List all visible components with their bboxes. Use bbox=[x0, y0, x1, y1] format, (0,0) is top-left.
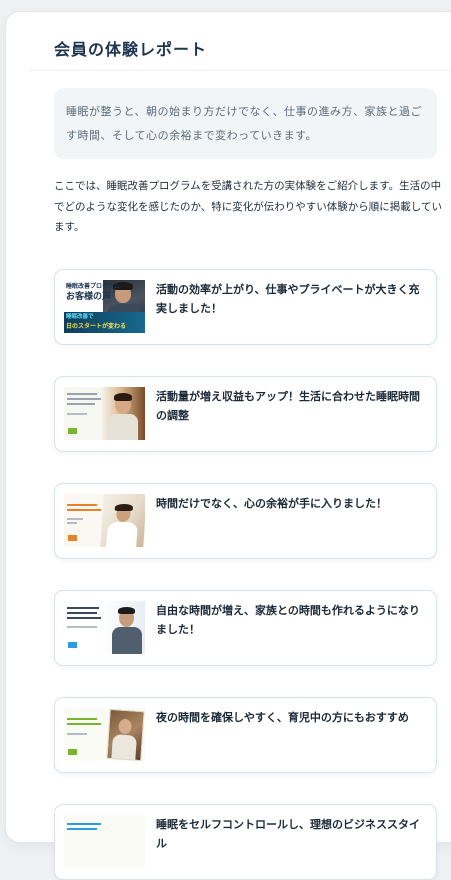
report-thumbnail-5 bbox=[64, 708, 145, 761]
report-thumbnail-1: 睡眠改善プログラム お客様の声 睡眠改善で 日のスタートが変わる bbox=[64, 280, 145, 333]
section-title: 会員の体験レポート bbox=[54, 40, 208, 59]
lead-text: 睡眠が整うと、朝の始まり方だけでなく、仕事の進み方、家族と過ごす時間、そして心の… bbox=[66, 105, 423, 142]
report-card-3[interactable]: 時間だけでなく、心の余裕が手に入りました！ bbox=[54, 483, 437, 559]
parent-photo bbox=[106, 708, 145, 761]
report-thumbnail-2 bbox=[64, 387, 145, 440]
report-title-5: 夜の時間を確保しやすく、育児中の方にもおすすめ bbox=[156, 711, 409, 724]
lead-box: 睡眠が整うと、朝の始まり方だけでなく、仕事の進み方、家族と過ごす時間、そして心の… bbox=[54, 88, 437, 159]
report-card-6[interactable]: 睡眠をセルフコントロールし、理想のビジネススタイル bbox=[54, 804, 437, 880]
report-thumbnail-6 bbox=[64, 815, 145, 868]
title-divider bbox=[30, 70, 451, 71]
category-tag bbox=[68, 749, 77, 755]
thumb-line-2: お客様の声 bbox=[66, 292, 112, 302]
report-title-4: 自由な時間が増え、家族との時間も作れるようになりました！ bbox=[156, 604, 420, 636]
report-card-2[interactable]: 活動量が増え収益もアップ！生活に合わせた睡眠時間の調整 bbox=[54, 376, 437, 452]
report-title-2: 活動量が増え収益もアップ！生活に合わせた睡眠時間の調整 bbox=[156, 390, 420, 422]
thumb-line-4: 日のスタートが変わる bbox=[66, 323, 127, 330]
smiling-man-photo bbox=[108, 391, 138, 440]
category-tag bbox=[68, 642, 77, 648]
report-title-1: 活動の効率が上がり、仕事やプライベートが大きく充実しました！ bbox=[156, 283, 420, 315]
relaxed-man-photo bbox=[100, 494, 145, 547]
thumb-line-3: 睡眠改善で bbox=[66, 314, 94, 320]
report-card-5[interactable]: 夜の時間を確保しやすく、育児中の方にもおすすめ bbox=[54, 697, 437, 773]
thumb-line-1: 睡眠改善プログラム bbox=[66, 283, 120, 290]
category-tag bbox=[68, 428, 77, 434]
intro-text: ここでは、睡眠改善プログラムを受講された方の実体験をご紹介します。生活の中でどの… bbox=[54, 180, 442, 233]
man-with-glasses-photo bbox=[112, 605, 142, 654]
report-title-3: 時間だけでなく、心の余裕が手に入りました！ bbox=[156, 497, 387, 510]
report-title-6: 睡眠をセルフコントロールし、理想のビジネススタイル bbox=[156, 818, 420, 850]
report-thumbnail-3 bbox=[64, 494, 145, 547]
report-card-4[interactable]: 自由な時間が増え、家族との時間も作れるようになりました！ bbox=[54, 590, 437, 666]
category-tag bbox=[68, 535, 77, 541]
report-thumbnail-4 bbox=[64, 601, 145, 654]
report-card-1[interactable]: 睡眠改善プログラム お客様の声 睡眠改善で 日のスタートが変わる 活動の効率が上… bbox=[54, 269, 437, 345]
